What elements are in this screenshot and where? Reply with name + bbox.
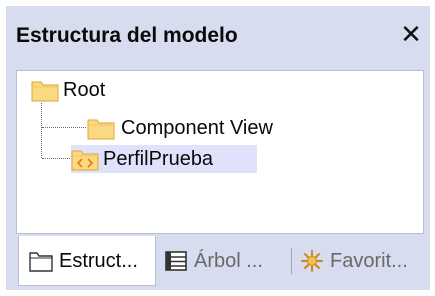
tree-node-label: Root: [63, 79, 106, 101]
panel-title: Estructura del modelo: [16, 24, 238, 47]
panel-tabs: Estruct... Árbol ... Favorit...: [6, 236, 430, 290]
tree-node-label: Component View: [121, 117, 273, 139]
model-structure-panel: Estructura del modelo ✕ Root Component V…: [0, 0, 435, 296]
tab-favoritos[interactable]: Favorit...: [300, 236, 408, 286]
tree-connector-horizontal: [42, 127, 86, 128]
hierarchy-icon: [164, 250, 188, 272]
tree-node-perfilprueba[interactable]: PerfilPrueba: [71, 145, 213, 173]
tree-node-label: PerfilPrueba: [103, 148, 214, 170]
tab-label: Árbol ...: [194, 250, 263, 272]
tab-label: Favorit...: [330, 250, 408, 272]
folder-icon: [87, 116, 115, 140]
folder-outline-icon: [29, 250, 53, 272]
tree-node-root[interactable]: Root: [31, 77, 105, 103]
tab-arbol[interactable]: Árbol ...: [164, 236, 263, 286]
folder-icon: [31, 78, 59, 102]
profile-folder-icon: [71, 147, 99, 171]
tree-node-component-view[interactable]: Component View: [87, 115, 273, 141]
tab-label: Estruct...: [59, 249, 138, 272]
tree-connector-vertical: [41, 103, 42, 158]
panel-title-bar[interactable]: Estructura del modelo ✕: [6, 6, 430, 62]
star-burst-icon: [300, 249, 324, 273]
tab-estructura[interactable]: Estruct...: [18, 236, 156, 286]
tab-separator: [291, 248, 292, 274]
model-tree[interactable]: Root Component View PerfilPrueba: [16, 70, 424, 234]
close-icon[interactable]: ✕: [398, 20, 424, 48]
tree-connector-horizontal: [42, 158, 72, 159]
